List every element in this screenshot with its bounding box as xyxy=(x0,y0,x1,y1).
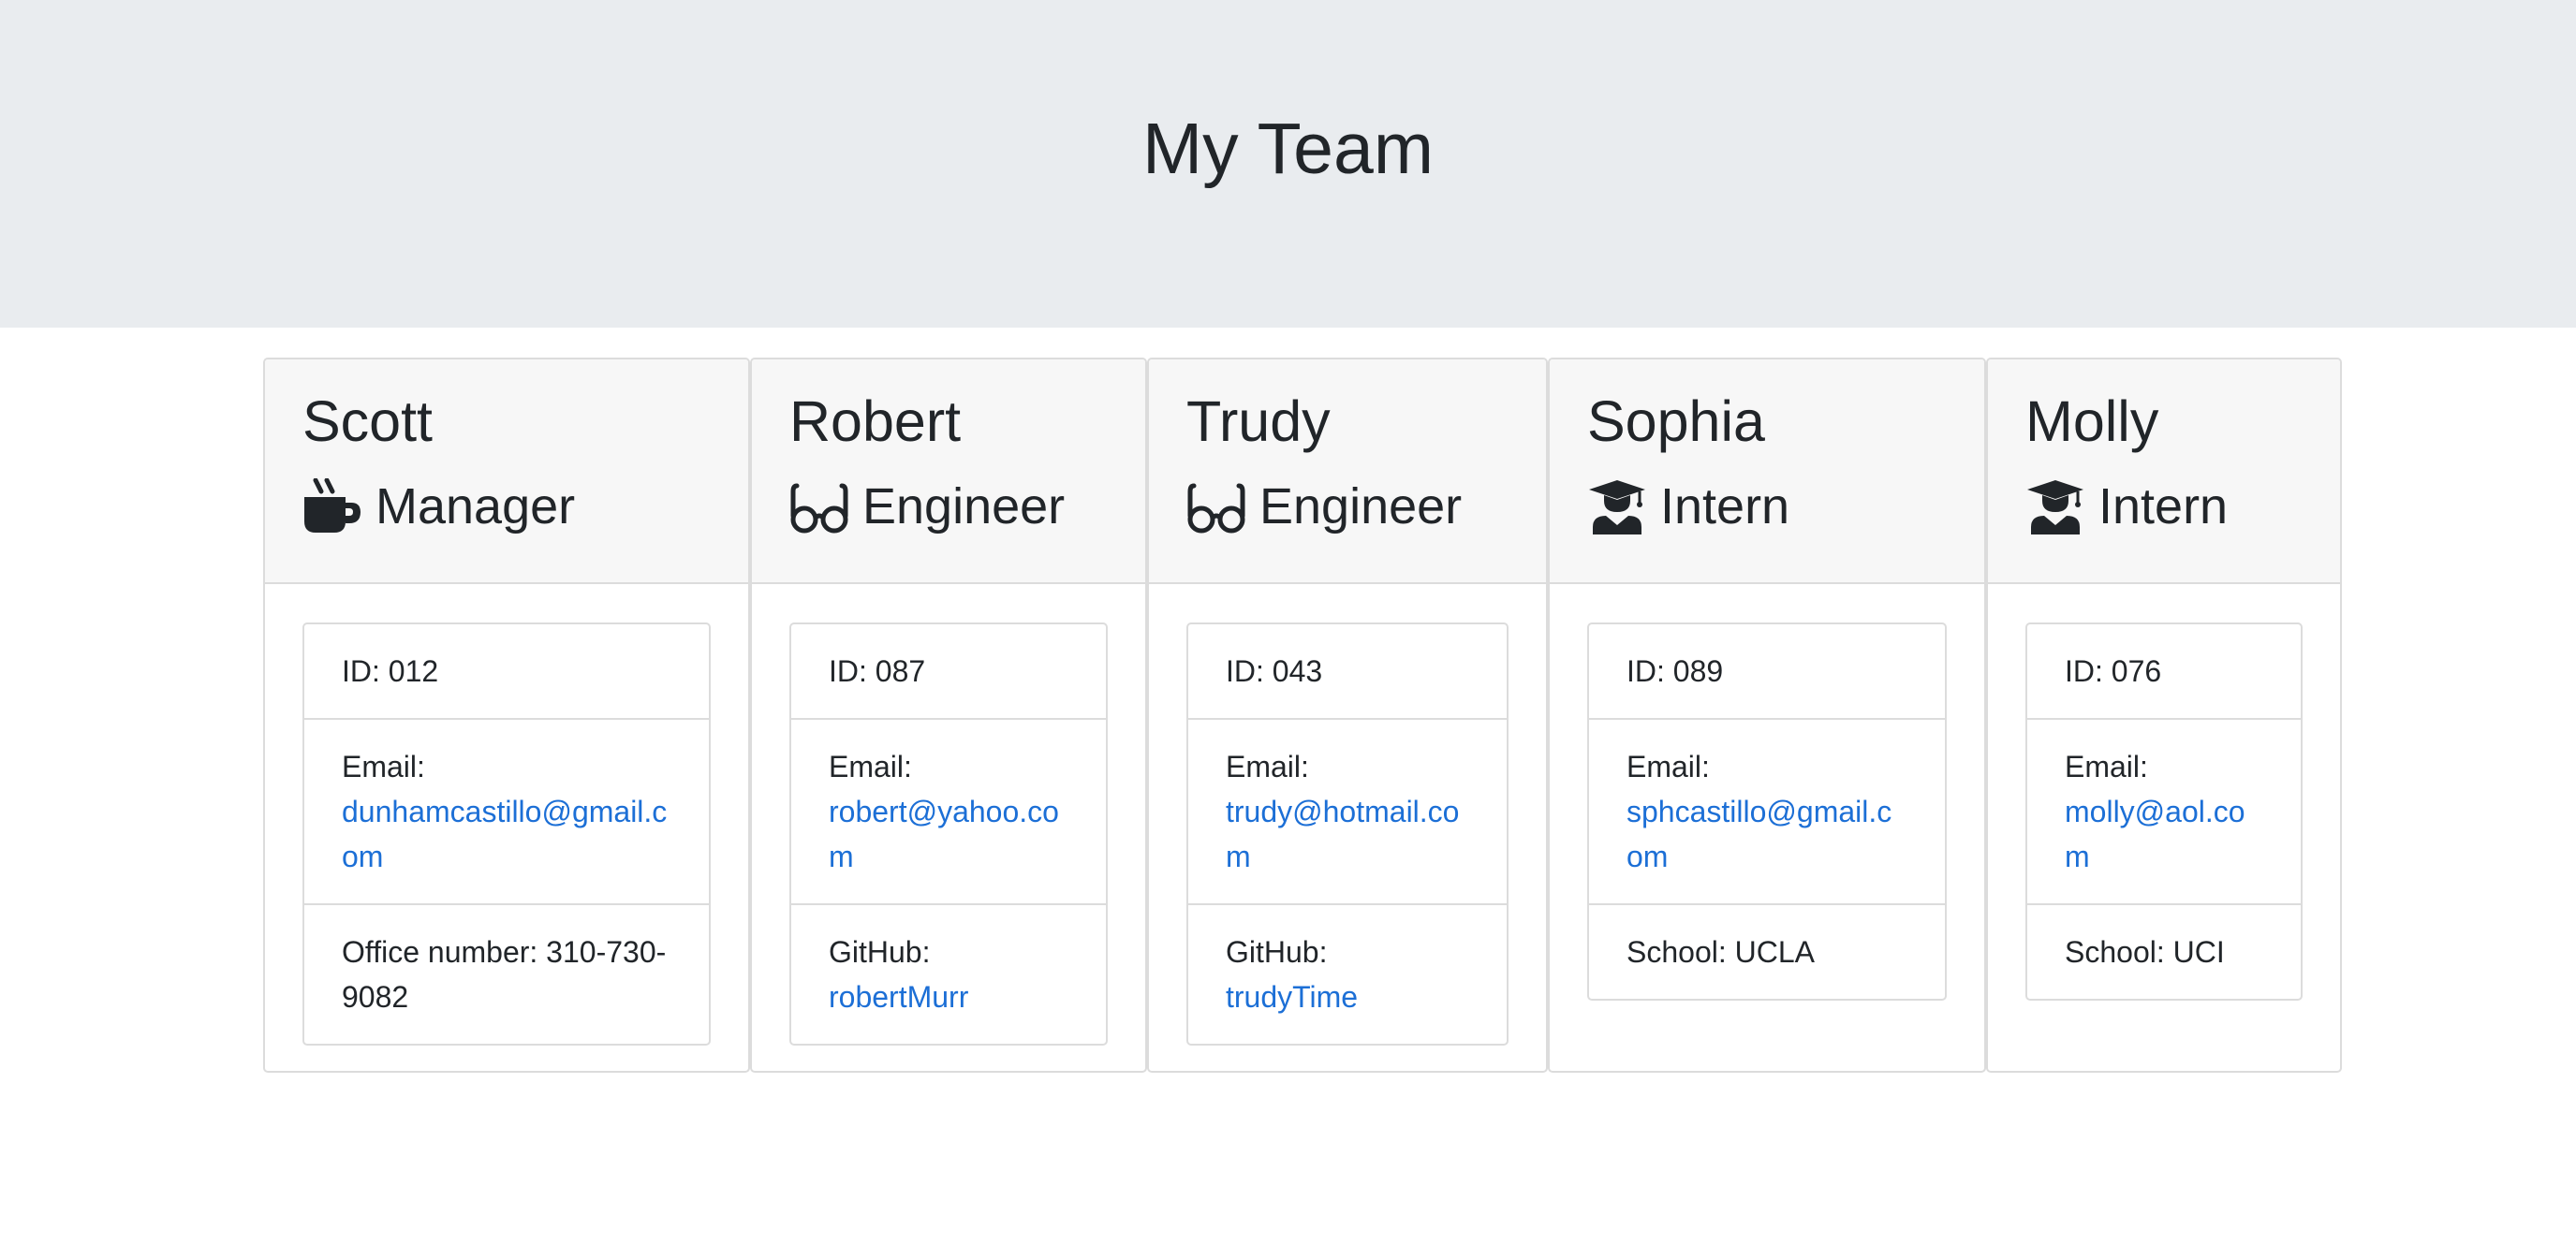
github-link[interactable]: trudyTime xyxy=(1226,980,1358,1014)
role-label: Engineer xyxy=(862,478,1066,534)
employee-role: Intern xyxy=(1587,474,1789,539)
email-item: Email: robert@yahoo.com xyxy=(791,718,1106,903)
email-link[interactable]: robert@yahoo.com xyxy=(829,795,1059,873)
email-label: Email: xyxy=(829,750,912,783)
role-label: Manager xyxy=(375,478,576,534)
github-label: GitHub: xyxy=(829,935,931,969)
details-list: ID: 076 Email: molly@aol.com School: UCI xyxy=(2025,622,2303,1001)
employee-role: Manager xyxy=(302,474,575,539)
card-header: Molly Intern xyxy=(1988,359,2340,584)
email-label: Email: xyxy=(1627,750,1710,783)
github-item: GitHub: trudyTime xyxy=(1188,903,1507,1044)
employee-name: Scott xyxy=(302,389,434,453)
github-link[interactable]: robertMurr xyxy=(829,980,968,1014)
card-header: Scott Manager xyxy=(265,359,748,584)
email-link[interactable]: molly@aol.com xyxy=(2065,795,2245,873)
glasses-icon xyxy=(789,478,849,534)
role-label: Intern xyxy=(1660,478,1790,534)
employee-card: Sophia Intern ID: 089 Email: sphcastillo… xyxy=(1548,358,1986,1073)
employee-role: Intern xyxy=(2025,474,2228,539)
school-item: School: UCLA xyxy=(1589,903,1945,999)
glasses-icon xyxy=(1186,478,1246,534)
coffee-icon xyxy=(302,478,362,534)
details-list: ID: 089 Email: sphcastillo@gmail.com Sch… xyxy=(1587,622,1947,1001)
role-label: Engineer xyxy=(1259,478,1463,534)
email-link[interactable]: dunhamcastillo@gmail.com xyxy=(342,795,667,873)
card-header: Trudy Engineer xyxy=(1149,359,1546,584)
employee-role: Engineer xyxy=(789,474,1065,539)
employee-name: Trudy xyxy=(1186,389,1331,453)
employee-card: Trudy Engineer ID: 043 Email: trudy@hotm… xyxy=(1147,358,1548,1073)
email-item: Email: trudy@hotmail.com xyxy=(1188,718,1507,903)
page-title: My Team xyxy=(1142,109,1434,189)
details-list: ID: 087 Email: robert@yahoo.com GitHub: … xyxy=(789,622,1108,1046)
email-link[interactable]: sphcastillo@gmail.com xyxy=(1627,795,1892,873)
email-label: Email: xyxy=(342,750,425,783)
id-item: ID: 043 xyxy=(1226,654,1323,688)
employee-name: Robert xyxy=(789,389,962,453)
graduate-icon xyxy=(1587,478,1647,534)
github-item: GitHub: robertMurr xyxy=(791,903,1106,1044)
id-item: ID: 087 xyxy=(829,654,926,688)
card-header: Robert Engineer xyxy=(752,359,1145,584)
employee-card: Robert Engineer ID: 087 Email: robert@ya… xyxy=(750,358,1147,1073)
details-list: ID: 012 Email: dunhamcastillo@gmail.com … xyxy=(302,622,711,1046)
github-label: GitHub: xyxy=(1226,935,1328,969)
email-item: Email: dunhamcastillo@gmail.com xyxy=(304,718,709,903)
school-item: School: UCI xyxy=(2027,903,2301,999)
id-item: ID: 076 xyxy=(2065,654,2162,688)
employee-card: Molly Intern ID: 076 Email: molly@aol.co… xyxy=(1986,358,2342,1073)
graduate-icon xyxy=(2025,478,2085,534)
role-label: Intern xyxy=(2098,478,2229,534)
email-item: Email: sphcastillo@gmail.com xyxy=(1589,718,1945,903)
email-link[interactable]: trudy@hotmail.com xyxy=(1226,795,1459,873)
email-label: Email: xyxy=(2065,750,2148,783)
employee-role: Engineer xyxy=(1186,474,1462,539)
employee-name: Sophia xyxy=(1587,389,1765,453)
office-number-item: Office number: 310-730-9082 xyxy=(304,903,709,1044)
email-label: Email: xyxy=(1226,750,1309,783)
employee-name: Molly xyxy=(2025,389,2159,453)
employee-card: Scott Manager ID: 012 Email: dunhamcasti… xyxy=(263,358,750,1073)
id-item: ID: 012 xyxy=(342,654,439,688)
card-header: Sophia Intern xyxy=(1550,359,1984,584)
header-banner: My Team xyxy=(0,0,2576,328)
details-list: ID: 043 Email: trudy@hotmail.com GitHub:… xyxy=(1186,622,1509,1046)
id-item: ID: 089 xyxy=(1627,654,1724,688)
email-item: Email: molly@aol.com xyxy=(2027,718,2301,903)
